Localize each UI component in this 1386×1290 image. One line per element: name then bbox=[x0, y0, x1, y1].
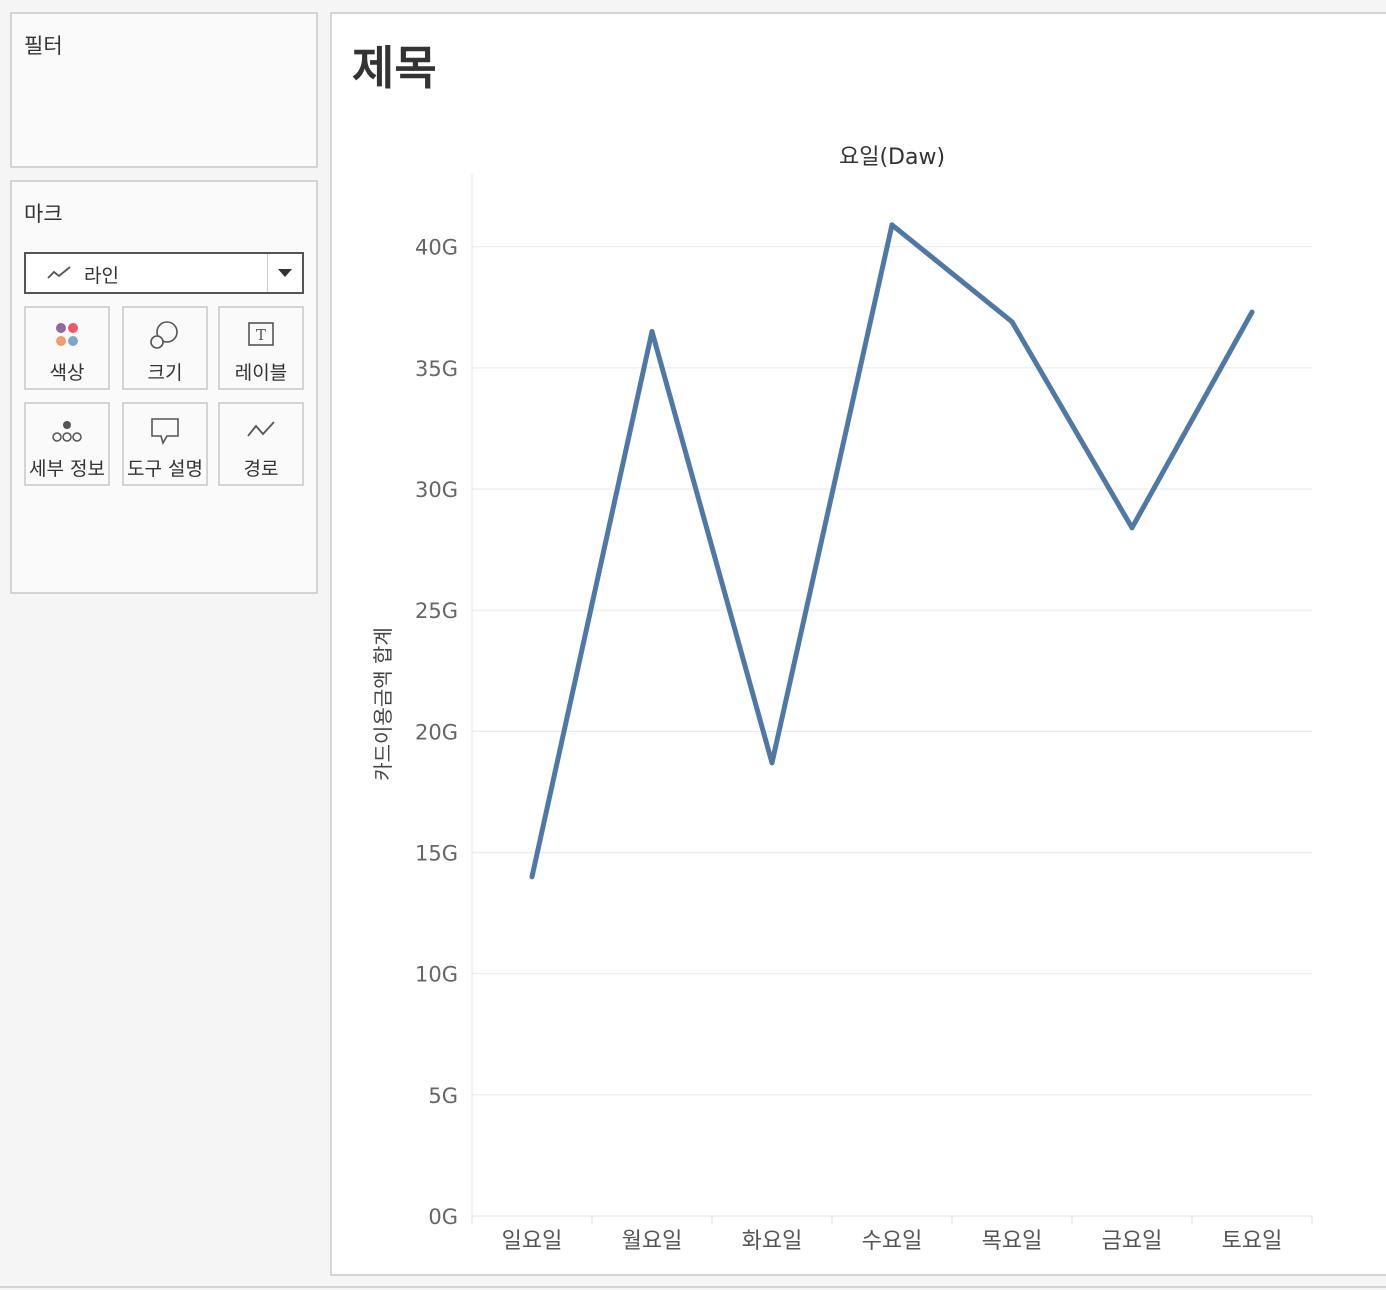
y-tick-label: 0G bbox=[428, 1205, 458, 1229]
y-axis-label: 카드이용금액 합계 bbox=[371, 627, 395, 781]
line-chart[interactable]: 요일(Daw) 카드이용금액 합계 0G 5G 10G 15G 20G 25G 30G 35G… bbox=[332, 14, 1386, 1274]
x-tick-label: 목요일 bbox=[982, 1229, 1043, 1254]
axis-layer: 0G 5G 10G 15G 20G 25G 30G 35G 40G 일요일 월요일 화요일 수요일 목요일… bbox=[415, 174, 1313, 1254]
data-point[interactable] bbox=[529, 874, 535, 880]
y-tick-label: 20G bbox=[415, 720, 458, 744]
size-button-label: 크기 bbox=[147, 362, 183, 384]
grid-layer bbox=[472, 246, 1312, 1217]
marks-title: 마크 bbox=[24, 202, 63, 226]
chevron-down-icon[interactable] bbox=[278, 269, 292, 277]
y-tick-label: 40G bbox=[415, 236, 458, 260]
tooltip-button-label: 도구 설명 bbox=[127, 458, 203, 480]
line-chart-icon bbox=[47, 266, 71, 279]
color-button[interactable]: 색상 bbox=[24, 306, 110, 390]
data-point[interactable] bbox=[1249, 309, 1255, 315]
dropdown-divider bbox=[267, 254, 268, 292]
series-line[interactable] bbox=[529, 222, 1255, 880]
label-icon: T bbox=[248, 322, 274, 346]
y-tick-label: 5G bbox=[428, 1084, 458, 1108]
data-point[interactable] bbox=[1129, 525, 1135, 531]
size-button[interactable]: 크기 bbox=[122, 306, 208, 390]
path-icon bbox=[247, 421, 275, 437]
x-tick-label: 토요일 bbox=[1222, 1229, 1283, 1254]
path-button[interactable]: 경로 bbox=[218, 402, 304, 486]
y-tick-label: 35G bbox=[415, 357, 458, 381]
path-button-label: 경로 bbox=[243, 458, 279, 480]
tooltip-icon bbox=[151, 418, 179, 446]
label-icon-glyph: T bbox=[256, 326, 266, 344]
color-icon bbox=[56, 323, 78, 346]
filters-panel[interactable]: 필터 bbox=[10, 12, 318, 168]
bottom-divider bbox=[0, 1286, 1386, 1288]
chart-title: 요일(Daw) bbox=[839, 145, 945, 170]
data-point[interactable] bbox=[1009, 319, 1015, 325]
y-tick-label: 25G bbox=[415, 599, 458, 623]
line-layer bbox=[529, 222, 1255, 880]
detail-button-label: 세부 정보 bbox=[29, 458, 105, 480]
label-button[interactable]: T 레이블 bbox=[218, 306, 304, 390]
worksheet[interactable]: 제목 요일(Daw) 카드이용금액 합계 0G 5G 10G 15G 20G 25G 30G… bbox=[330, 12, 1386, 1276]
detail-icon bbox=[52, 421, 82, 442]
size-icon bbox=[150, 321, 178, 349]
label-button-label: 레이블 bbox=[234, 362, 288, 384]
filters-title: 필터 bbox=[24, 34, 63, 58]
x-tick-label: 수요일 bbox=[862, 1229, 923, 1254]
color-button-label: 색상 bbox=[49, 362, 85, 384]
mark-type-dropdown[interactable]: 라인 bbox=[24, 252, 304, 294]
marks-panel: 마크 라인 색상 크기 T 레이블 세부 정보 도구 설명 경로 bbox=[10, 180, 318, 594]
y-tick-label: 10G bbox=[415, 963, 458, 987]
x-tick-label: 월요일 bbox=[622, 1229, 683, 1254]
x-tick-label: 화요일 bbox=[742, 1229, 803, 1254]
x-tick-label: 일요일 bbox=[502, 1229, 563, 1254]
data-point[interactable] bbox=[769, 760, 775, 766]
data-point[interactable] bbox=[889, 222, 895, 228]
mark-type-label: 라인 bbox=[84, 265, 119, 287]
tooltip-button[interactable]: 도구 설명 bbox=[122, 402, 208, 486]
data-point[interactable] bbox=[649, 329, 655, 335]
detail-button[interactable]: 세부 정보 bbox=[24, 402, 110, 486]
x-tick-label: 금요일 bbox=[1102, 1229, 1163, 1254]
y-tick-label: 15G bbox=[415, 842, 458, 866]
y-tick-label: 30G bbox=[415, 478, 458, 502]
